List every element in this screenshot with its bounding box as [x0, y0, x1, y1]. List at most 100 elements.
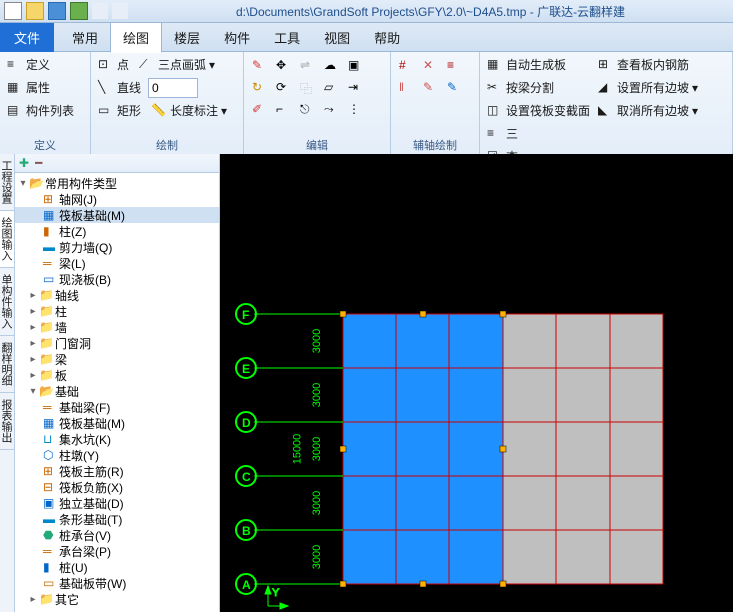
line-button[interactable]: ╲直线: [95, 77, 144, 98]
svg-text:A: A: [242, 578, 251, 592]
aux-h-icon[interactable]: ≡: [447, 58, 463, 74]
tree-item-raft[interactable]: ▦筏板基础(M): [15, 207, 219, 223]
split-beam-button[interactable]: ✂按梁分割: [484, 77, 593, 98]
tab-project-settings[interactable]: 工程设置: [0, 154, 14, 211]
board-icon: ▭: [43, 272, 59, 286]
point-button[interactable]: ⊡点: [95, 54, 132, 75]
break-icon[interactable]: ⎋: [300, 102, 316, 118]
tree-item[interactable]: ═梁(L): [15, 255, 219, 271]
define-button[interactable]: ≡定义: [4, 54, 77, 75]
tree-node[interactable]: ▸📁梁: [15, 351, 219, 367]
align-icon[interactable]: ▣: [348, 58, 364, 74]
cut-icon: ✂: [487, 80, 503, 96]
tab-detail[interactable]: 翻样明细: [0, 336, 14, 393]
redo-icon[interactable]: [112, 3, 128, 19]
auto-slab-button[interactable]: ▦自动生成板: [484, 54, 593, 75]
tree-item[interactable]: ▦筏板基础(M): [15, 415, 219, 431]
tree-item[interactable]: ═基础梁(F): [15, 399, 219, 415]
tree-node[interactable]: ▸📁门窗洞: [15, 335, 219, 351]
tree-item[interactable]: ⊟筏板负筋(X): [15, 479, 219, 495]
ribbon: ≡定义 ▦属性 ▤构件列表 定义 ⊡点 ⟋三点画弧 ▾ ╲直线: [0, 52, 733, 157]
new-icon[interactable]: [4, 2, 22, 20]
tree-item[interactable]: ═承台梁(P): [15, 543, 219, 559]
noslope-icon: ◣: [598, 103, 614, 119]
pen-icon[interactable]: ✐: [252, 102, 268, 118]
brush-icon[interactable]: ✎: [252, 58, 268, 74]
tree-node[interactable]: ▸📁柱: [15, 303, 219, 319]
menu-view[interactable]: 视图: [312, 23, 362, 52]
tree-item[interactable]: ▮柱(Z): [15, 223, 219, 239]
menu-component[interactable]: 构件: [212, 23, 262, 52]
save-icon[interactable]: [48, 2, 66, 20]
tree-node[interactable]: ▸📁其它: [15, 591, 219, 607]
component-tree[interactable]: ▾📂常用构件类型 ⊞轴网(J) ▦筏板基础(M) ▮柱(Z) ▬剪力墙(Q) ═…: [15, 173, 219, 612]
rect-button[interactable]: ▭矩形: [95, 100, 144, 121]
trim-icon[interactable]: ⌐: [276, 102, 292, 118]
component-list-button[interactable]: ▤构件列表: [4, 100, 77, 121]
aux-grid-icon[interactable]: #: [399, 58, 415, 74]
join-icon[interactable]: ⤳: [324, 102, 340, 118]
tree-item[interactable]: ▭基础板带(W): [15, 575, 219, 591]
set-slope-button[interactable]: ◢设置所有边坡 ▾: [595, 77, 701, 98]
menu-common[interactable]: 常用: [60, 23, 110, 52]
menu-file[interactable]: 文件: [0, 23, 54, 52]
tree-item[interactable]: ⊞轴网(J): [15, 191, 219, 207]
cancel-slope-button[interactable]: ◣取消所有边坡 ▾: [595, 100, 701, 121]
view-rebar-button[interactable]: ⊞查看板内钢筋: [595, 54, 701, 75]
property-icon: ▦: [7, 80, 23, 96]
move-icon[interactable]: ✥: [276, 58, 292, 74]
window-title: d:\Documents\GrandSoft Projects\GFY\2.0\…: [132, 3, 729, 20]
extend-icon[interactable]: ⇥: [348, 80, 364, 96]
copy-icon[interactable]: ⿻: [300, 80, 316, 96]
tree-item[interactable]: ▬剪力墙(Q): [15, 239, 219, 255]
tree-root[interactable]: ▾📂常用构件类型: [15, 175, 219, 191]
tree-node-foundation[interactable]: ▾📂基础: [15, 383, 219, 399]
tree-item[interactable]: ⊞筏板主筋(R): [15, 463, 219, 479]
aux-line-icon[interactable]: ✕: [423, 58, 439, 74]
folder-open-icon: 📂: [29, 176, 45, 190]
menu-tool[interactable]: 工具: [262, 23, 312, 52]
tab-draw-input[interactable]: 绘图输入: [0, 211, 14, 268]
arc-icon: ⟋: [139, 57, 155, 73]
more1-button[interactable]: ≡三: [484, 123, 521, 144]
tab-report[interactable]: 报表输出: [0, 393, 14, 450]
dimension-button[interactable]: 📏长度标注 ▾: [148, 100, 230, 121]
raft-fill: [503, 314, 663, 584]
property-button[interactable]: ▦属性: [4, 77, 77, 98]
offset-icon[interactable]: ▱: [324, 80, 340, 96]
tab-single-input[interactable]: 单构件输入: [0, 268, 14, 336]
menu-help[interactable]: 帮助: [362, 23, 412, 52]
menu-draw[interactable]: 绘图: [110, 22, 162, 53]
cloud-icon[interactable]: ☁: [324, 58, 340, 74]
refresh-icon[interactable]: ⟳: [276, 80, 292, 96]
tree-node[interactable]: ▸📁轴线: [15, 287, 219, 303]
expand-icon[interactable]: ✚: [19, 156, 29, 170]
rotate-icon[interactable]: ↻: [252, 80, 268, 96]
mirror-icon[interactable]: ⇌: [300, 58, 316, 74]
aux-v-icon[interactable]: ‖: [399, 80, 415, 96]
arc-button[interactable]: ⟋三点画弧 ▾: [136, 54, 218, 75]
tree-item[interactable]: ⊔集水坑(K): [15, 431, 219, 447]
collapse-icon[interactable]: ━: [35, 156, 42, 170]
menu-floor[interactable]: 楼层: [162, 23, 212, 52]
tree-node[interactable]: ▸📁墙: [15, 319, 219, 335]
open-icon[interactable]: [26, 2, 44, 20]
tree-item[interactable]: ⬡柱墩(Y): [15, 447, 219, 463]
array-icon[interactable]: ⋮: [348, 102, 364, 118]
drawing-canvas[interactable]: F E D C B A 3000 3000 3000 3000 3000 150…: [220, 154, 733, 612]
tree-item[interactable]: ▬条形基础(T): [15, 511, 219, 527]
tree-item[interactable]: ▭现浇板(B): [15, 271, 219, 287]
tree-item[interactable]: ⬣桩承台(V): [15, 527, 219, 543]
svg-text:E: E: [242, 362, 250, 376]
undo-icon[interactable]: [92, 3, 108, 19]
left-tabs: 工程设置 绘图输入 单构件输入 翻样明细 报表输出: [0, 154, 15, 612]
aux-pen-icon[interactable]: ✎: [423, 80, 439, 96]
tree-item[interactable]: ▣独立基础(D): [15, 495, 219, 511]
offset-input[interactable]: [148, 78, 198, 98]
tree-node[interactable]: ▸📁板: [15, 367, 219, 383]
aux-pen2-icon[interactable]: ✎: [447, 80, 463, 96]
set-raft-section-button[interactable]: ◫设置筏板变截面: [484, 100, 593, 121]
saveas-icon[interactable]: [70, 2, 88, 20]
tree-item[interactable]: ▮桩(U): [15, 559, 219, 575]
folder-icon: 📁: [39, 592, 55, 606]
